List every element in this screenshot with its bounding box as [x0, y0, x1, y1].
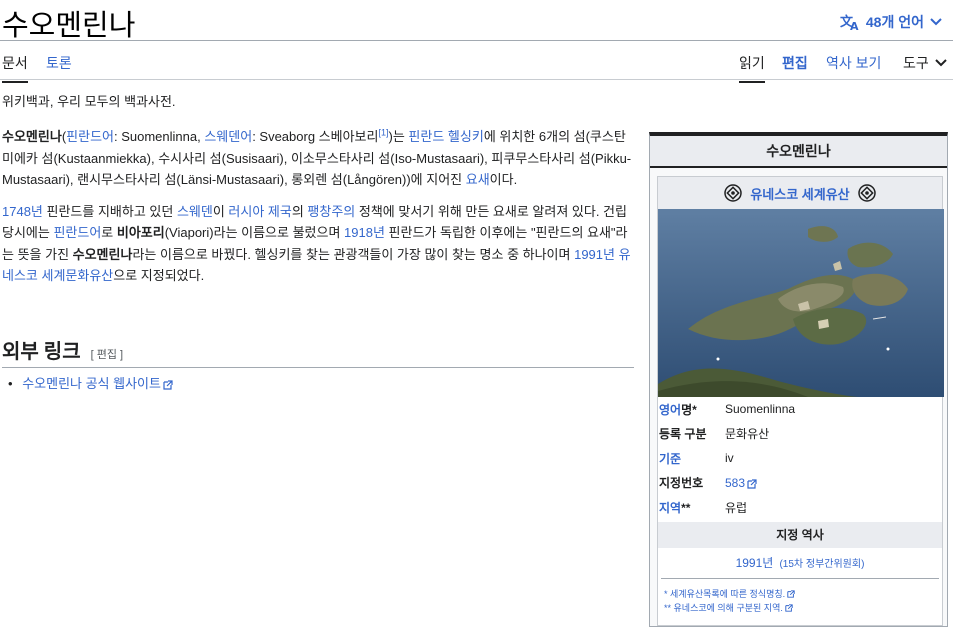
inscription-history-header: 지정 역사	[658, 521, 942, 548]
unesco-emblem-icon	[857, 184, 876, 202]
list-item: 수오멘린나 공식 웹사이트	[8, 373, 173, 392]
external-link-official-site[interactable]: 수오멘린나 공식 웹사이트	[22, 376, 161, 391]
link-1748[interactable]: 1748년	[2, 204, 43, 219]
external-link-icon	[163, 379, 173, 390]
bold-viapori: 비아포리	[116, 225, 165, 240]
link-1991[interactable]: 1991년	[574, 247, 615, 262]
tab-talk[interactable]: 토론	[46, 53, 72, 73]
external-link-icon	[747, 478, 757, 489]
tab-history[interactable]: 역사 보기	[826, 53, 881, 73]
site-tagline: 위키백과, 우리 모두의 백과사전.	[2, 94, 176, 109]
infobox-body: 유네스코 세계유산 영어명* Suomenlinna 등록 구분 문화유산 기준…	[657, 176, 944, 626]
infobox-row-region: 지역** 유럽	[658, 495, 942, 520]
external-link-icon	[787, 590, 795, 598]
row-key: 기준	[658, 450, 725, 467]
text: 의	[291, 203, 308, 219]
row-value: 유럽	[725, 500, 748, 515]
heritage-header: 유네스코 세계유산	[658, 177, 942, 209]
page-title: 수오멘린나	[2, 10, 136, 42]
text: : Suomenlinna,	[114, 129, 205, 144]
language-count: 48개 언어	[865, 14, 924, 30]
infobox-row-reference-number: 지정번호 583	[658, 471, 942, 496]
note-line: * 세계유산목록에 따른 정식명칭.	[664, 587, 936, 601]
note-line: ** 유네스코에 의해 구분된 지역.	[664, 601, 936, 615]
link-1918[interactable]: 1918년	[344, 225, 385, 240]
link-helsinki[interactable]: 헬싱키	[448, 129, 484, 144]
inscription-year-link[interactable]: 1991년	[736, 556, 774, 570]
row-key-text: **	[681, 500, 691, 515]
link-sweden[interactable]: 스웨덴	[177, 204, 213, 219]
section-heading-external-links: 외부 링크 [ 편집 ]	[2, 335, 634, 368]
row-value: 문화유산	[725, 427, 770, 442]
link-expansionism[interactable]: 팽창주의	[307, 204, 355, 219]
external-link-icon	[785, 604, 793, 612]
row-value: Suomenlinna	[725, 402, 796, 417]
link-finland[interactable]: 핀란드	[408, 129, 444, 144]
tab-article[interactable]: 문서	[2, 53, 28, 83]
paragraph-intro: 수오멘린나(핀란드어: Suomenlinna, 스웨덴어: Sveaborg …	[2, 127, 632, 187]
link-russian-empire[interactable]: 러시아 제국	[228, 204, 291, 219]
reference-number-link[interactable]: 583	[725, 476, 745, 490]
external-links-list: 수오멘린나 공식 웹사이트	[8, 373, 173, 392]
text: 라는 이름으로 바꿨다. 헬싱키를 찾는 관광객들이 가장 많이 찾는 명소 중…	[132, 246, 575, 262]
bold-suomenlinna: 수오멘린나	[72, 246, 133, 262]
translate-icon: 文 A	[840, 14, 859, 31]
row-key-link[interactable]: 기준	[659, 452, 681, 466]
session-info: (15차 정부간위원회)	[777, 559, 864, 570]
row-key: 지역**	[658, 499, 725, 516]
reference-link[interactable]: [1]	[378, 128, 388, 138]
page-tabs: 문서 토론 읽기 편집 역사 보기 도구	[0, 40, 953, 83]
row-value: iv	[725, 451, 734, 466]
text: : Sveaborg 스베아보리	[252, 129, 379, 144]
text: )는	[388, 129, 409, 144]
infobox-row-english-name: 영어명* Suomenlinna	[658, 397, 942, 422]
section-edit-link[interactable]: [ 편집 ]	[91, 349, 123, 361]
link-finnish-language[interactable]: 핀란드어	[53, 225, 101, 240]
session-link[interactable]: (15차 정부간위원회)	[779, 559, 864, 570]
unesco-emblem-icon	[724, 184, 743, 202]
link-finnish[interactable]: 핀란드어	[66, 129, 114, 144]
note-1-link[interactable]: * 세계유산목록에 따른 정식명칭.	[664, 589, 785, 599]
note-2-link[interactable]: ** 유네스코에 의해 구분된 지역.	[664, 603, 783, 613]
svg-text:A: A	[850, 20, 859, 31]
link-fortress[interactable]: 요새	[466, 172, 490, 187]
infobox: 수오멘린나 유네스코 세계유산 영어명* Suomenlinna 등록 구분 문…	[649, 132, 948, 627]
row-key-link[interactable]: 지역	[659, 501, 681, 515]
tab-read[interactable]: 읽기	[739, 53, 765, 83]
link-swedish[interactable]: 스웨덴어	[204, 129, 252, 144]
infobox-notes: * 세계유산목록에 따른 정식명칭. ** 유네스코에 의해 구분된 지역.	[658, 579, 942, 615]
text: 로	[101, 225, 117, 240]
infobox-row-category: 등록 구분 문화유산	[658, 422, 942, 447]
tab-edit[interactable]: 편집	[782, 53, 808, 73]
language-button[interactable]: 文 A 48개 언어	[840, 12, 942, 32]
article-subject: 수오멘린나	[2, 129, 62, 144]
text: 으로 지정되었다.	[113, 268, 205, 283]
row-key-text: 명*	[681, 402, 697, 417]
row-key: 영어명*	[658, 401, 725, 418]
tools-label: 도구	[903, 55, 929, 71]
aerial-photo[interactable]	[658, 209, 944, 397]
chevron-down-icon	[930, 18, 942, 26]
paragraph-history: 1748년 핀란드를 지배하고 있던 스웨덴이 러시아 제국의 팽창주의 정책에…	[2, 201, 634, 287]
page-header: 수오멘린나 文 A 48개 언어	[0, 0, 953, 42]
text: (Viapori)라는 이름으로 불렀으며	[164, 225, 345, 240]
text: 이	[212, 203, 229, 219]
row-value: 583	[725, 476, 942, 490]
text: 핀란드를 지배하고 있던	[42, 203, 177, 219]
heritage-link[interactable]: 유네스코 세계유산	[750, 184, 849, 203]
row-key: 등록 구분	[659, 427, 707, 442]
text: 이다.	[489, 172, 518, 187]
chevron-down-icon	[935, 59, 947, 67]
infobox-title: 수오멘린나	[650, 136, 947, 168]
infobox-row-criteria: 기준 iv	[658, 446, 942, 471]
row-key: 지정번호	[659, 476, 704, 491]
section-title: 외부 링크	[2, 341, 81, 363]
row-key-link[interactable]: 영어	[659, 403, 681, 417]
article-body: 수오멘린나(핀란드어: Suomenlinna, 스웨덴어: Sveaborg …	[2, 126, 634, 297]
tools-menu[interactable]: 도구	[903, 53, 947, 73]
inscription-year-row: 1991년 (15차 정부간위원회)	[661, 548, 939, 579]
